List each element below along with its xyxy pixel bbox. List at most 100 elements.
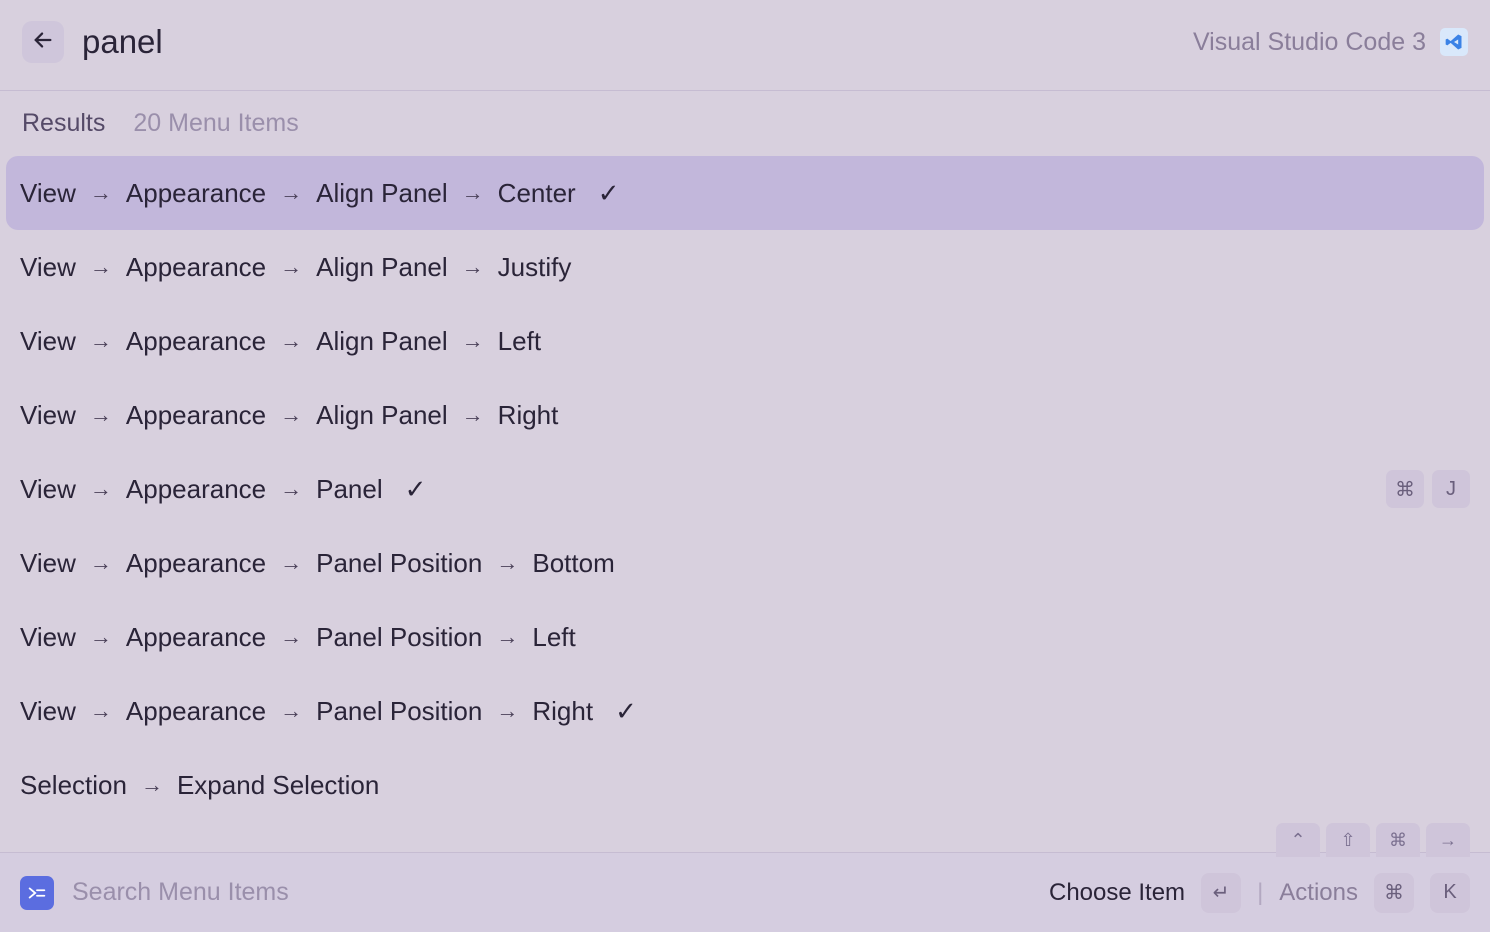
path-segment: View — [20, 400, 76, 431]
result-path: View → Appearance → Panel Position → Bottom — [20, 548, 615, 579]
chevron-right-icon: → — [462, 402, 484, 428]
shortcut-key: ⌃ — [1276, 823, 1320, 857]
result-path: View → Appearance → Align Panel → Center — [20, 178, 576, 209]
result-path: View → Appearance → Panel Position → Right — [20, 696, 593, 727]
result-path: View→Appearance→Align Panel→Right — [20, 400, 558, 431]
search-query[interactable]: panel — [82, 23, 163, 61]
chevron-right-icon: → — [462, 180, 484, 206]
results-count: 20 Menu Items — [133, 109, 298, 138]
result-row[interactable]: Selection → Expand Selection — [6, 748, 1484, 822]
chevron-right-icon: → — [280, 402, 302, 428]
path-segment: Appearance — [126, 474, 266, 505]
path-segment: Appearance — [126, 326, 266, 357]
path-segment: Appearance — [126, 252, 266, 283]
result-path: View→Appearance→Panel — [20, 474, 383, 505]
shortcut: ⌘J — [1386, 470, 1470, 508]
path-segment: View — [20, 252, 76, 283]
path-segment: Appearance — [126, 178, 266, 209]
path-segment: Align Panel — [316, 326, 448, 357]
chevron-right-icon: → — [496, 550, 518, 576]
path-segment: Appearance — [126, 548, 266, 579]
enter-key[interactable]: ↵ — [1201, 873, 1241, 913]
path-segment: Expand Selection — [177, 770, 379, 801]
path-segment: Align Panel — [316, 178, 448, 209]
raycast-icon[interactable] — [20, 876, 54, 910]
k-key[interactable]: K — [1430, 873, 1470, 913]
result-row[interactable]: View→Appearance→Panel Position→Left — [6, 600, 1484, 674]
shortcut-key: J — [1432, 470, 1470, 508]
shortcut-key: ⌘ — [1386, 470, 1424, 508]
checkmark-icon: ✓ — [405, 474, 427, 505]
chevron-right-icon: → — [90, 476, 112, 502]
results-header: Results 20 Menu Items — [0, 99, 1490, 156]
arrow-left-icon — [32, 29, 54, 56]
chevron-right-icon: → — [462, 328, 484, 354]
result-path: View→Appearance→Panel Position→Left — [20, 622, 576, 653]
footer: ⌃⇧⌘→ Search Menu Items Choose Item ↵ | A… — [0, 852, 1490, 932]
result-row[interactable]: View → Appearance → Panel Position → Right ✓ — [6, 674, 1484, 748]
header: panel Visual Studio Code 3 — [0, 0, 1490, 90]
footer-actions: Choose Item ↵ | Actions ⌘ K — [1049, 873, 1470, 913]
cmd-key[interactable]: ⌘ — [1374, 873, 1414, 913]
result-row[interactable]: View → Appearance → Panel Position → Bottom — [6, 526, 1484, 600]
chevron-right-icon: → — [280, 624, 302, 650]
results-label: Results — [22, 109, 105, 138]
path-segment: View — [20, 326, 76, 357]
choose-item-label: Choose Item — [1049, 879, 1185, 907]
chevron-right-icon: → — [280, 476, 302, 502]
chevron-right-icon: → — [462, 254, 484, 280]
path-segment: Bottom — [532, 548, 614, 579]
checkmark-icon: ✓ — [598, 178, 620, 209]
vscode-icon — [1440, 28, 1468, 56]
shortcut-key: ⇧ — [1326, 823, 1370, 857]
path-segment: View — [20, 178, 76, 209]
path-segment: View — [20, 696, 76, 727]
chevron-right-icon: → — [90, 624, 112, 650]
chevron-right-icon: → — [90, 550, 112, 576]
search-input[interactable]: Search Menu Items — [72, 878, 1031, 907]
path-segment: Panel — [316, 474, 383, 505]
path-segment: Panel Position — [316, 696, 482, 727]
path-segment: Selection — [20, 770, 127, 801]
result-path: Selection → Expand Selection — [20, 770, 379, 801]
path-segment: Panel Position — [316, 622, 482, 653]
result-row[interactable]: View→Appearance→Align Panel→Justify — [6, 230, 1484, 304]
path-segment: Right — [498, 400, 559, 431]
back-button[interactable] — [22, 21, 64, 63]
result-row[interactable]: View→Appearance→Panel✓⌘J — [6, 452, 1484, 526]
chevron-right-icon: → — [90, 698, 112, 724]
chevron-right-icon: → — [90, 328, 112, 354]
chevron-right-icon: → — [496, 698, 518, 724]
result-row[interactable]: View → Appearance → Align Panel → Center ✓ — [6, 156, 1484, 230]
header-divider — [0, 90, 1490, 91]
path-segment: Appearance — [126, 400, 266, 431]
path-segment: View — [20, 548, 76, 579]
chevron-right-icon: → — [280, 550, 302, 576]
chevron-right-icon: → — [90, 402, 112, 428]
shortcut-key: → — [1426, 823, 1470, 857]
path-segment: View — [20, 622, 76, 653]
actions-label: Actions — [1279, 879, 1358, 907]
result-path: View→Appearance→Align Panel→Justify — [20, 252, 571, 283]
chevron-right-icon: → — [280, 698, 302, 724]
path-segment: Appearance — [126, 622, 266, 653]
shortcut-key: ⌘ — [1376, 823, 1420, 857]
checkmark-icon: ✓ — [615, 696, 637, 727]
path-segment: Align Panel — [316, 252, 448, 283]
chevron-right-icon: → — [280, 254, 302, 280]
chevron-right-icon: → — [90, 254, 112, 280]
path-segment: Center — [498, 178, 576, 209]
chevron-right-icon: → — [280, 328, 302, 354]
chevron-right-icon: → — [280, 180, 302, 206]
path-segment: Appearance — [126, 696, 266, 727]
path-segment: Left — [498, 326, 541, 357]
result-row[interactable]: View → Appearance → Align Panel → Left — [6, 304, 1484, 378]
result-row[interactable]: View→Appearance→Align Panel→Right — [6, 378, 1484, 452]
results-list[interactable]: View → Appearance → Align Panel → Center ✓ View →… — [0, 156, 1490, 852]
path-segment: Panel Position — [316, 548, 482, 579]
chevron-right-icon: → — [90, 180, 112, 206]
path-segment: Right — [532, 696, 593, 727]
partial-shortcut: ⌃⇧⌘→ — [1276, 823, 1470, 857]
chevron-right-icon: → — [141, 772, 163, 798]
footer-divider: | — [1257, 879, 1263, 907]
